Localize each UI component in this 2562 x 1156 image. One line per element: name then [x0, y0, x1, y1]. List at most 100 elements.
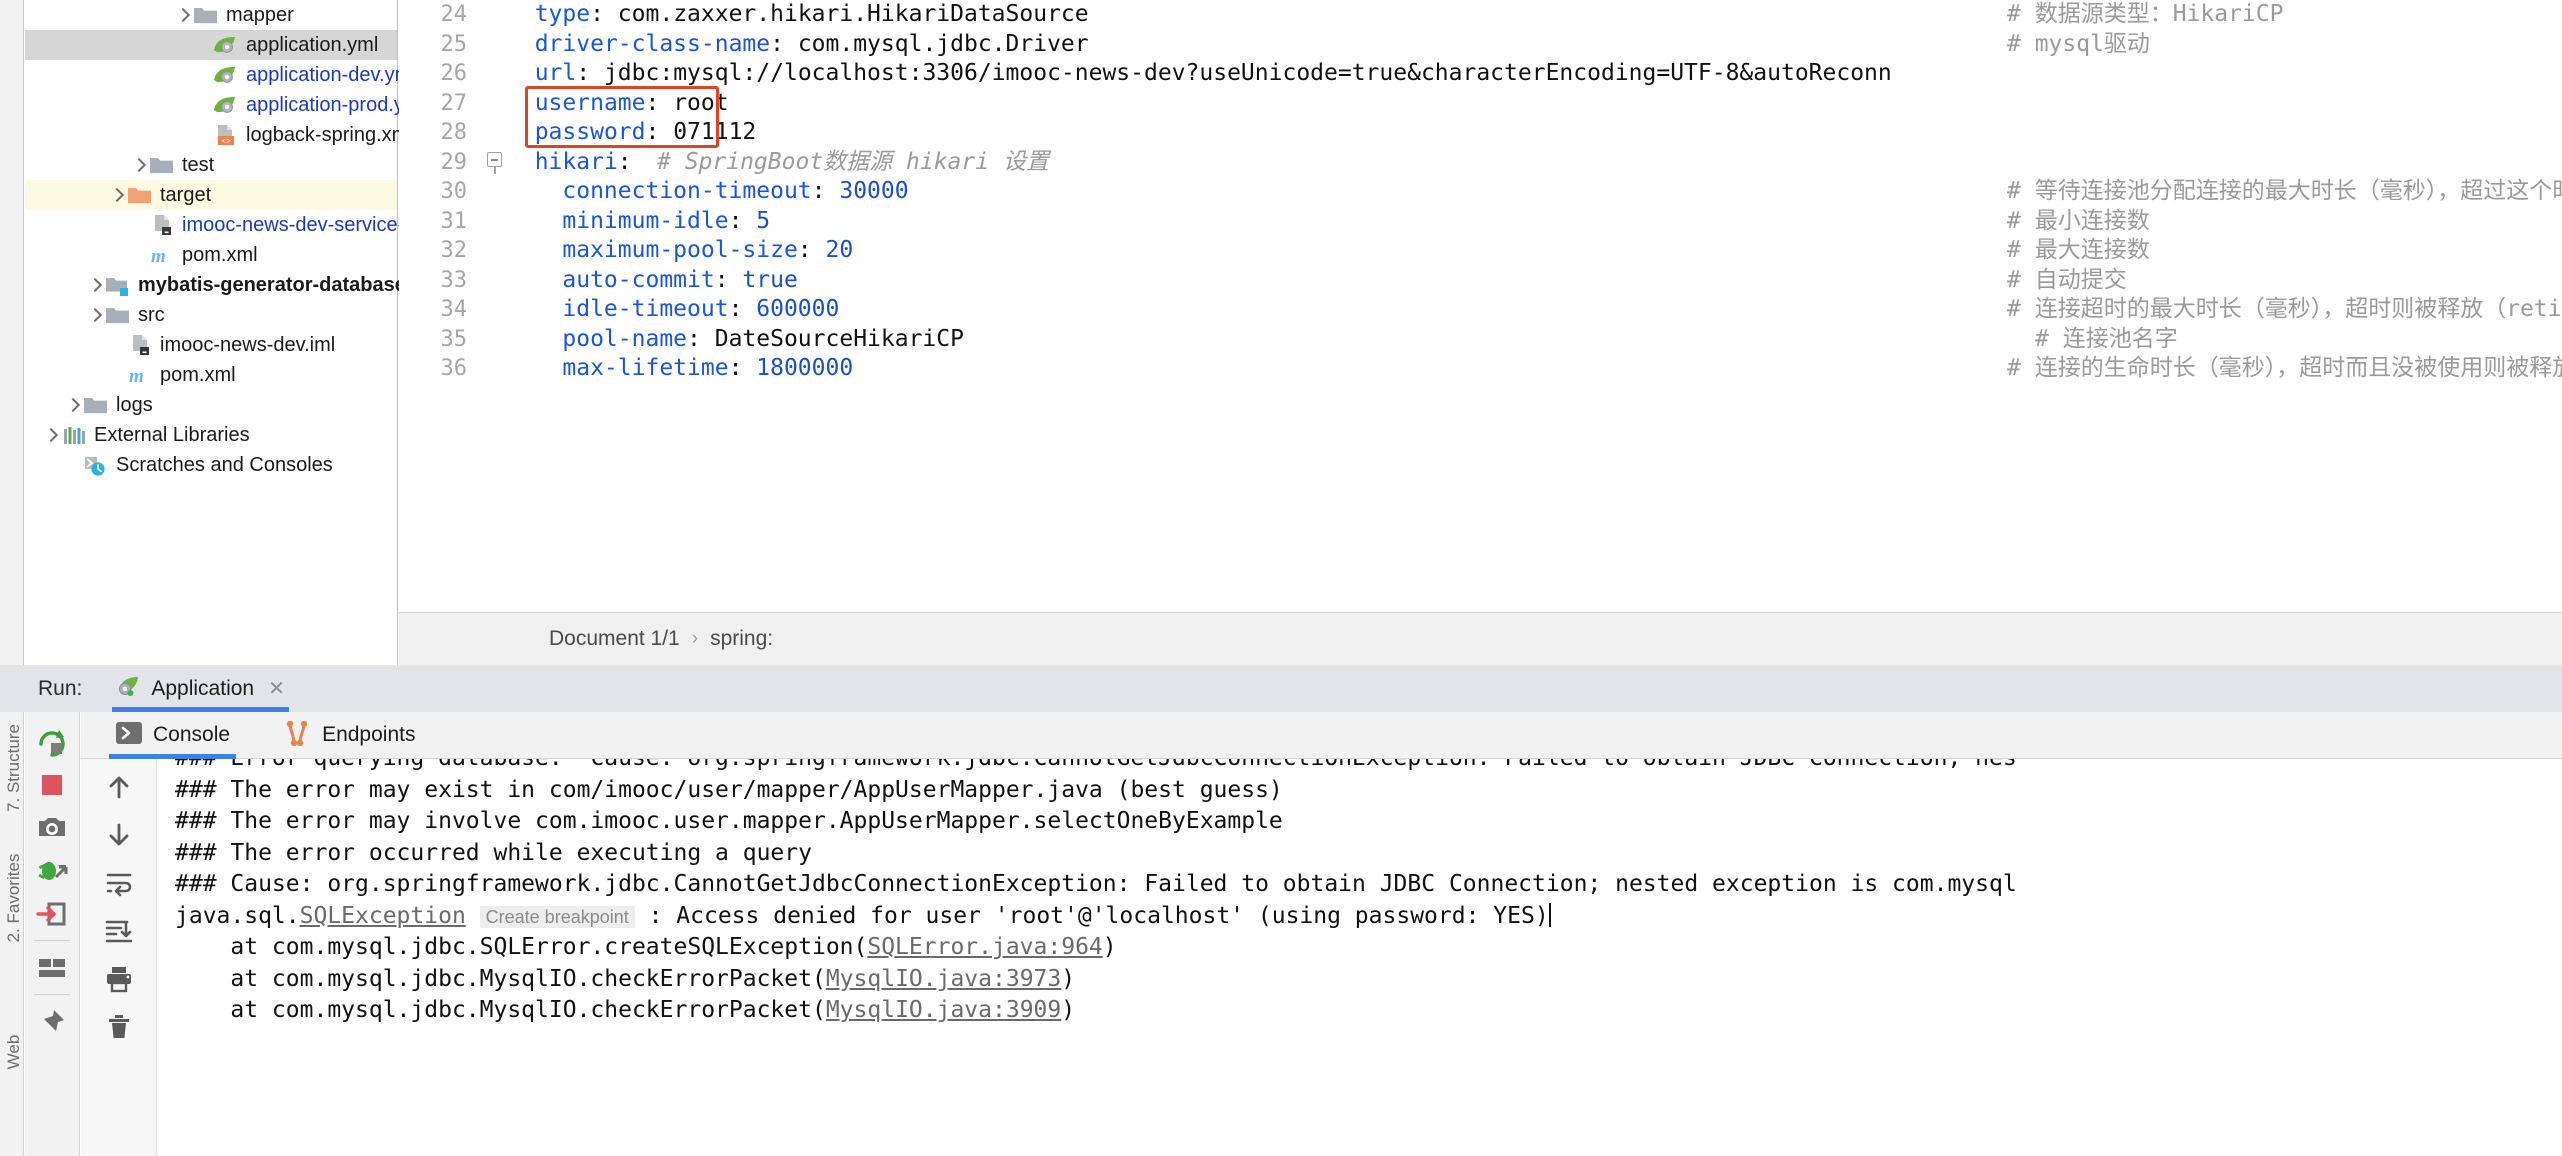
scroll-to-end-icon[interactable]	[98, 907, 140, 955]
libraries-icon	[61, 424, 87, 446]
stack-frame-link[interactable]: MysqlIO.java:3973	[826, 966, 1061, 992]
yaml-value: 1800000	[742, 355, 854, 381]
breadcrumb-document[interactable]: Document 1/1	[549, 627, 680, 651]
project-tree[interactable]: mapper application.yml application-dev.yml…	[25, 0, 473, 640]
folder-icon	[193, 4, 219, 26]
line-number: 27	[440, 90, 468, 116]
code-folding-strip[interactable]	[477, 0, 507, 612]
tab-endpoints[interactable]: Endpoints	[278, 712, 421, 759]
soft-wrap-icon[interactable]	[98, 859, 140, 907]
code-editor[interactable]: 24 25 26 27 28 29 30 31 32 33 34 35 36 type: com.zax…	[399, 0, 2562, 612]
code-line[interactable]: username: root	[507, 89, 2562, 119]
exception-link[interactable]: SQLException	[300, 903, 466, 929]
yaml-key: hikari	[534, 148, 618, 175]
scroll-down-icon[interactable]	[98, 811, 140, 859]
code-line[interactable]: max-lifetime: 1800000 # 连接的生命时长（毫秒），超时而且没…	[507, 354, 2562, 384]
tab-console[interactable]: Console	[109, 712, 237, 759]
code-line[interactable]: pool-name: DateSourceHikariCP # 连接池名字	[507, 325, 2562, 355]
close-icon[interactable]: ✕	[268, 676, 285, 701]
chevron-right-icon[interactable]	[85, 276, 103, 294]
console-tab-bar[interactable]: Console Endpoints	[81, 712, 2562, 759]
code-line[interactable]: hikari: # SpringBoot数据源 hikari 设置	[507, 148, 2562, 178]
chevron-right-icon[interactable]	[63, 396, 81, 414]
breadcrumb[interactable]: Document 1/1 › spring:	[399, 612, 2562, 665]
exit-icon[interactable]	[32, 892, 72, 935]
tab-endpoints-label[interactable]: Endpoints	[322, 723, 415, 747]
console-side-toolbar[interactable]	[81, 759, 157, 1156]
tree-row[interactable]: mapper	[25, 0, 397, 30]
left-tool-rail-bottom[interactable]: 7. Structure 2. Favorites Web	[0, 712, 24, 1156]
code-line[interactable]: connection-timeout: 30000 # 等待连接池分配连接的最大时…	[507, 177, 2562, 207]
trash-icon[interactable]	[98, 1003, 140, 1051]
chevron-right-icon[interactable]	[41, 426, 59, 444]
tree-row[interactable]: src	[25, 300, 397, 330]
code-content[interactable]: type: com.zaxxer.hikari.HikariDataSource…	[507, 0, 2562, 612]
code-comment: # 最小连接数	[2007, 207, 2150, 234]
project-tree-filler	[25, 640, 398, 665]
yaml-colon: :	[617, 148, 632, 175]
yaml-key: password	[534, 119, 646, 145]
tree-row[interactable]: logs	[25, 390, 397, 420]
code-line[interactable]: type: com.zaxxer.hikari.HikariDataSource…	[507, 0, 2562, 30]
run-control-toolbar[interactable]	[25, 712, 80, 1156]
tool-window-favorites-label[interactable]: 2. Favorites	[4, 853, 24, 943]
rerun-icon[interactable]	[32, 720, 72, 763]
chevron-right-icon[interactable]	[107, 186, 125, 204]
run-tab-label[interactable]: Application	[151, 677, 254, 701]
tree-row[interactable]: mybatis-generator-database	[25, 270, 406, 300]
stop-icon[interactable]	[32, 763, 72, 806]
yaml-colon: :	[728, 207, 743, 234]
tab-console-label[interactable]: Console	[153, 723, 230, 747]
line-number: 36	[440, 356, 468, 381]
layout-icon[interactable]	[32, 946, 72, 989]
yaml-colon: :	[811, 178, 826, 204]
tree-row[interactable]: m pom.xml	[25, 360, 397, 390]
run-tab-application[interactable]: Application ✕	[112, 665, 289, 712]
tree-row[interactable]: External Libraries	[25, 420, 397, 450]
pin-icon[interactable]	[32, 1000, 72, 1043]
tree-row[interactable]: imooc-news-dev-service-user.iml	[25, 210, 473, 240]
tool-window-structure-label[interactable]: 7. Structure	[4, 723, 24, 813]
spring-yaml-icon	[213, 64, 239, 86]
console-line: ### Error querying database. Cause: org.…	[158, 759, 2562, 775]
console-line: java.sql.SQLException Create breakpoint …	[158, 901, 2562, 933]
console-line: ### The error may involve com.imooc.user…	[175, 808, 1283, 834]
print-icon[interactable]	[98, 955, 140, 1003]
stack-frame-link[interactable]: SQLError.java:964	[867, 934, 1102, 960]
maven-icon: m	[149, 244, 175, 266]
tree-row[interactable]: m pom.xml	[25, 240, 397, 270]
tree-row[interactable]: <> logback-spring.xml	[25, 120, 413, 150]
chevron-right-icon[interactable]	[85, 306, 103, 324]
debug-attach-icon[interactable]	[32, 849, 72, 892]
code-line[interactable]: driver-class-name: com.mysql.jdbc.Driver…	[507, 30, 2562, 60]
code-line[interactable]: minimum-idle: 5 # 最小连接数	[507, 207, 2562, 237]
console-output[interactable]: ### Error querying database. Cause: org.…	[158, 759, 2562, 1156]
scroll-up-icon[interactable]	[98, 763, 140, 811]
code-line[interactable]: auto-commit: true # 自动提交	[507, 266, 2562, 296]
tree-row[interactable]: Scratches and Consoles	[25, 450, 397, 480]
tree-row[interactable]: application-prod.yml	[25, 90, 425, 120]
code-line[interactable]: password: 071112	[507, 118, 2562, 148]
fold-collapse-icon[interactable]	[487, 152, 503, 174]
code-line[interactable]: idle-timeout: 600000 # 连接超时的最大时长（毫秒），超时则被…	[507, 295, 2562, 325]
chevron-right-icon[interactable]	[173, 6, 191, 24]
tree-row[interactable]: test	[25, 150, 397, 180]
stack-frame-link[interactable]: MysqlIO.java:3909	[826, 997, 1061, 1023]
tree-row[interactable]: application.yml	[25, 30, 397, 60]
code-line[interactable]: url: jdbc:mysql://localhost:3306/imooc-n…	[507, 59, 2562, 89]
create-breakpoint-badge[interactable]: Create breakpoint	[479, 905, 635, 928]
chevron-right-icon[interactable]	[129, 156, 147, 174]
tool-window-web-label[interactable]: Web	[4, 1007, 24, 1097]
tree-row[interactable]: application-dev.yml	[25, 60, 416, 90]
console-text: )	[1061, 965, 1076, 992]
yaml-key: pool-name	[562, 325, 688, 352]
tree-row-label: mapper	[226, 4, 294, 26]
tree-row[interactable]: target	[25, 180, 397, 210]
tree-row-label: imooc-news-dev.iml	[160, 334, 336, 356]
breadcrumb-node[interactable]: spring:	[710, 627, 773, 651]
screenshot-icon[interactable]	[32, 806, 72, 849]
code-line[interactable]: maximum-pool-size: 20 # 最大连接数	[507, 236, 2562, 266]
tree-row[interactable]: imooc-news-dev.iml	[25, 330, 397, 360]
